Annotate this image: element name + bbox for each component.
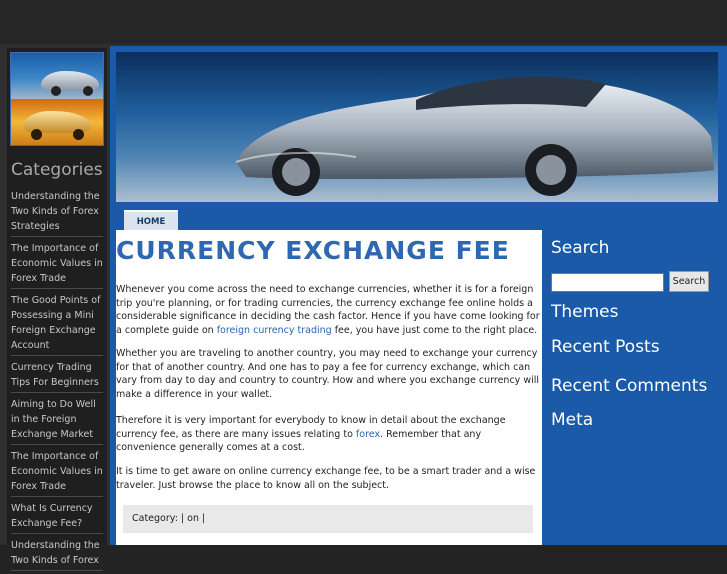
- tab-home[interactable]: HOME: [124, 210, 178, 232]
- silver-car-thumbnail: [11, 53, 103, 99]
- category-link[interactable]: The Importance of Economic Values in For…: [11, 240, 103, 289]
- categories-list: Understanding the Two Kinds of Forex Str…: [11, 188, 103, 574]
- silver-car-illustration: [235, 76, 714, 196]
- foreign-currency-trading-link[interactable]: foreign currency trading: [217, 325, 332, 336]
- search-heading: Search: [551, 238, 610, 258]
- category-link[interactable]: The Importance of Economic Values in For…: [11, 448, 103, 497]
- post-paragraph-2: Whether you are traveling to another cou…: [116, 348, 540, 400]
- top-bar: [0, 0, 727, 44]
- paragraph-text: fee, you have just come to the right pla…: [331, 324, 538, 336]
- forex-link[interactable]: forex: [356, 429, 380, 440]
- post-title[interactable]: CURRENCY EXCHANGE FEE: [116, 236, 510, 265]
- category-link[interactable]: Currency Trading Tips For Beginners: [11, 359, 103, 393]
- header-thumbnail-image: [10, 52, 104, 146]
- categories-heading: Categories: [11, 160, 103, 180]
- gold-car-thumbnail: [11, 99, 103, 145]
- post-meta-box: Category: | on |: [123, 505, 533, 533]
- meta-heading: Meta: [551, 410, 594, 430]
- category-link[interactable]: Understanding the Two Kinds of Forex Str…: [11, 188, 103, 237]
- post-paragraph-3: Therefore it is very important for every…: [116, 414, 542, 455]
- search-button[interactable]: Search: [669, 271, 709, 292]
- recent-posts-heading: Recent Posts: [551, 337, 660, 357]
- recent-comments-heading: Recent Comments: [551, 376, 708, 396]
- category-link[interactable]: The Good Points of Possessing a Mini For…: [11, 292, 103, 356]
- category-link[interactable]: Understanding the Two Kinds of Forex: [11, 537, 103, 571]
- category-link[interactable]: Aiming to Do Well in the Foreign Exchang…: [11, 396, 103, 445]
- category-link[interactable]: What Is Currency Exchange Fee?: [11, 500, 103, 534]
- search-input[interactable]: [551, 273, 664, 292]
- post-paragraph-4: It is time to get aware on online curren…: [116, 466, 536, 491]
- post-paragraph-1: Whenever you come across the need to exc…: [116, 283, 542, 337]
- tab-home-label: HOME: [136, 217, 166, 227]
- themes-heading: Themes: [551, 302, 619, 322]
- post-meta: Category: | on |: [132, 513, 206, 524]
- header-banner-image: [116, 52, 718, 202]
